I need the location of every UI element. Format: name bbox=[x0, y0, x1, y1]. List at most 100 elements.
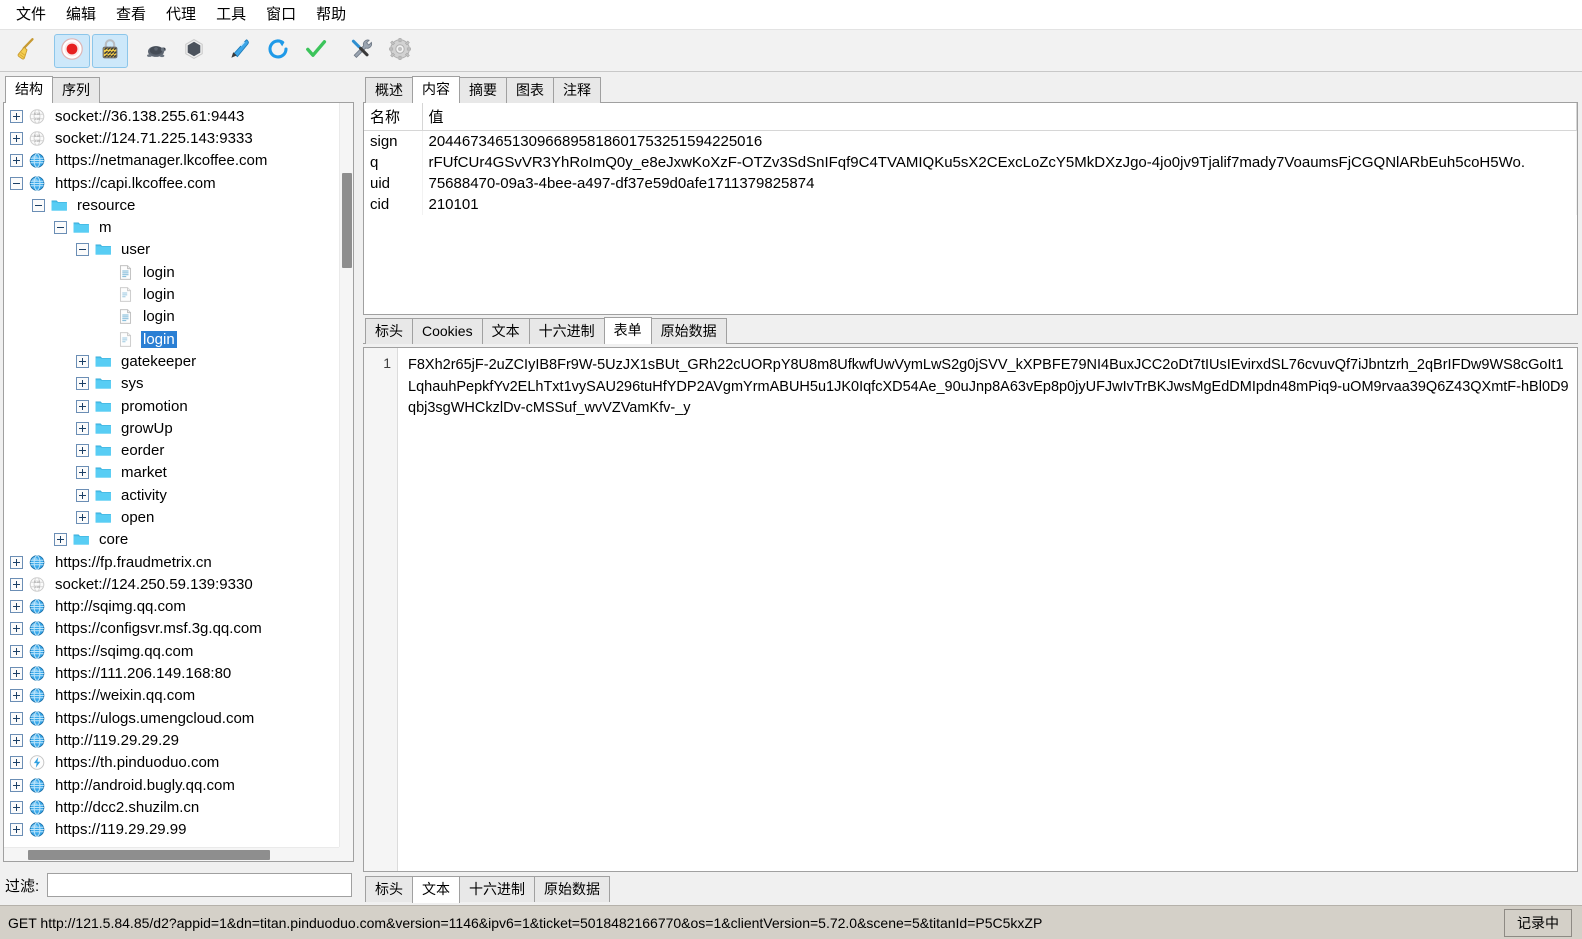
tree-node[interactable]: 010 110 socket://124.71.225.143:9333 bbox=[4, 127, 339, 149]
structure-tree[interactable]: 010 110 socket://36.138.255.61:9443 010 1… bbox=[4, 103, 339, 847]
menu-window[interactable]: 窗口 bbox=[256, 2, 306, 28]
request-subtab-Cookies[interactable]: Cookies bbox=[412, 318, 483, 344]
tree-node[interactable]: core bbox=[4, 529, 339, 551]
expand-icon[interactable] bbox=[10, 667, 23, 681]
menu-edit[interactable]: 编辑 bbox=[56, 2, 106, 28]
expand-icon[interactable] bbox=[10, 823, 23, 837]
tree-node[interactable]: https://sqimg.qq.com bbox=[4, 640, 339, 662]
request-subtab-标头[interactable]: 标头 bbox=[365, 318, 413, 344]
tree-node[interactable]: activity bbox=[4, 484, 339, 506]
table-column-header[interactable]: 名称 bbox=[364, 103, 423, 131]
tree-node[interactable]: open bbox=[4, 506, 339, 528]
expand-icon[interactable] bbox=[10, 555, 23, 569]
tree-node[interactable]: http://android.bugly.qq.com bbox=[4, 774, 339, 796]
tree-node[interactable]: user bbox=[4, 239, 339, 261]
collapse-icon[interactable] bbox=[32, 198, 45, 212]
response-subtab-标头[interactable]: 标头 bbox=[365, 876, 413, 902]
request-tab-注释[interactable]: 注释 bbox=[553, 77, 601, 103]
filter-input[interactable] bbox=[47, 873, 352, 897]
refresh-button[interactable] bbox=[260, 34, 296, 68]
tree-node[interactable]: login bbox=[4, 261, 339, 283]
menu-help[interactable]: 帮助 bbox=[306, 2, 356, 28]
tree-hscroll-thumb[interactable] bbox=[28, 850, 270, 860]
tree-node[interactable]: login bbox=[4, 283, 339, 305]
expand-icon[interactable] bbox=[10, 689, 23, 703]
hexagon-button[interactable] bbox=[176, 34, 212, 68]
left-tab-结构[interactable]: 结构 bbox=[5, 76, 53, 103]
expand-icon[interactable] bbox=[10, 622, 23, 636]
tree-node[interactable]: http://dcc2.shuzilm.cn bbox=[4, 796, 339, 818]
expand-icon[interactable] bbox=[10, 600, 23, 614]
expand-icon[interactable] bbox=[76, 444, 89, 458]
response-subtab-原始数据[interactable]: 原始数据 bbox=[534, 876, 610, 902]
tree-vscroll-thumb[interactable] bbox=[342, 173, 352, 268]
tree-node[interactable]: sys bbox=[4, 373, 339, 395]
expand-icon[interactable] bbox=[76, 488, 89, 502]
menu-view[interactable]: 查看 bbox=[106, 2, 156, 28]
expand-icon[interactable] bbox=[10, 109, 23, 123]
request-subtab-表单[interactable]: 表单 bbox=[603, 317, 652, 344]
expand-icon[interactable] bbox=[10, 154, 23, 168]
expand-icon[interactable] bbox=[76, 421, 89, 435]
request-tab-内容[interactable]: 内容 bbox=[412, 76, 460, 103]
tree-node[interactable]: m bbox=[4, 216, 339, 238]
tree-horizontal-scrollbar[interactable] bbox=[4, 847, 339, 861]
broom-button[interactable] bbox=[8, 34, 44, 68]
expand-icon[interactable] bbox=[76, 354, 89, 368]
table-row[interactable]: q rFUfCUr4GSvVR3YhRoImQ0y_e8eJxwKoXzF-OTZ… bbox=[364, 152, 1577, 173]
table-column-header[interactable]: 值 bbox=[422, 103, 1577, 131]
tree-node[interactable]: resource bbox=[4, 194, 339, 216]
tree-node[interactable]: https://capi.lkcoffee.com bbox=[4, 172, 339, 194]
table-row[interactable]: uid 75688470-09a3-4bee-a497-df37e59d0afe1… bbox=[364, 173, 1577, 194]
response-subtab-十六进制[interactable]: 十六进制 bbox=[459, 876, 535, 902]
tree-node[interactable]: eorder bbox=[4, 439, 339, 461]
expand-icon[interactable] bbox=[10, 131, 23, 145]
tree-node[interactable]: http://sqimg.qq.com bbox=[4, 596, 339, 618]
tree-node[interactable]: gatekeeper bbox=[4, 350, 339, 372]
expand-icon[interactable] bbox=[10, 800, 23, 814]
expand-icon[interactable] bbox=[10, 778, 23, 792]
collapse-icon[interactable] bbox=[10, 176, 23, 190]
expand-icon[interactable] bbox=[76, 377, 89, 391]
expand-icon[interactable] bbox=[76, 510, 89, 524]
menu-proxy[interactable]: 代理 bbox=[156, 2, 206, 28]
request-tab-概述[interactable]: 概述 bbox=[365, 77, 413, 103]
tree-node[interactable]: https://111.206.149.168:80 bbox=[4, 662, 339, 684]
expand-icon[interactable] bbox=[10, 756, 23, 770]
response-subtab-文本[interactable]: 文本 bbox=[412, 876, 460, 903]
tree-node[interactable]: https://ulogs.umengcloud.com bbox=[4, 707, 339, 729]
expand-icon[interactable] bbox=[10, 711, 23, 725]
menu-tools[interactable]: 工具 bbox=[206, 2, 256, 28]
tree-vertical-scrollbar[interactable] bbox=[339, 103, 353, 847]
expand-icon[interactable] bbox=[10, 644, 23, 658]
menu-file[interactable]: 文件 bbox=[6, 2, 56, 28]
pen-button[interactable] bbox=[222, 34, 258, 68]
tree-node[interactable]: https://119.29.29.99 bbox=[4, 819, 339, 841]
tree-node[interactable]: http://119.29.29.29 bbox=[4, 729, 339, 751]
tree-node[interactable]: https://configsvr.msf.3g.qq.com bbox=[4, 618, 339, 640]
request-subtab-原始数据[interactable]: 原始数据 bbox=[650, 318, 727, 344]
table-row[interactable]: sign 204467346513096689581860175325159422… bbox=[364, 130, 1577, 152]
record-button[interactable] bbox=[54, 33, 90, 68]
left-tab-序列[interactable]: 序列 bbox=[52, 77, 100, 103]
expand-icon[interactable] bbox=[10, 577, 23, 591]
expand-icon[interactable] bbox=[10, 733, 23, 747]
request-tab-图表[interactable]: 图表 bbox=[506, 77, 554, 103]
checkmark-button[interactable] bbox=[298, 34, 334, 68]
collapse-icon[interactable] bbox=[76, 243, 89, 257]
tree-node[interactable]: https://netmanager.lkcoffee.com bbox=[4, 150, 339, 172]
tree-node[interactable]: 010 110 socket://124.250.59.139:9330 bbox=[4, 573, 339, 595]
request-subtab-十六进制[interactable]: 十六进制 bbox=[528, 318, 605, 344]
request-subtab-文本[interactable]: 文本 bbox=[481, 318, 530, 344]
table-row[interactable]: cid 210101 bbox=[364, 194, 1577, 215]
request-tab-摘要[interactable]: 摘要 bbox=[459, 77, 507, 103]
tree-node[interactable]: login bbox=[4, 328, 339, 350]
tree-node[interactable]: https://weixin.qq.com bbox=[4, 685, 339, 707]
tree-node[interactable]: 010 110 socket://36.138.255.61:9443 bbox=[4, 105, 339, 127]
tree-node[interactable]: market bbox=[4, 462, 339, 484]
collapse-icon[interactable] bbox=[54, 221, 67, 235]
expand-icon[interactable] bbox=[54, 533, 67, 547]
tree-node[interactable]: https://fp.fraudmetrix.cn bbox=[4, 551, 339, 573]
recording-status-badge[interactable]: 记录中 bbox=[1504, 908, 1572, 937]
lock-button[interactable] bbox=[92, 33, 128, 68]
